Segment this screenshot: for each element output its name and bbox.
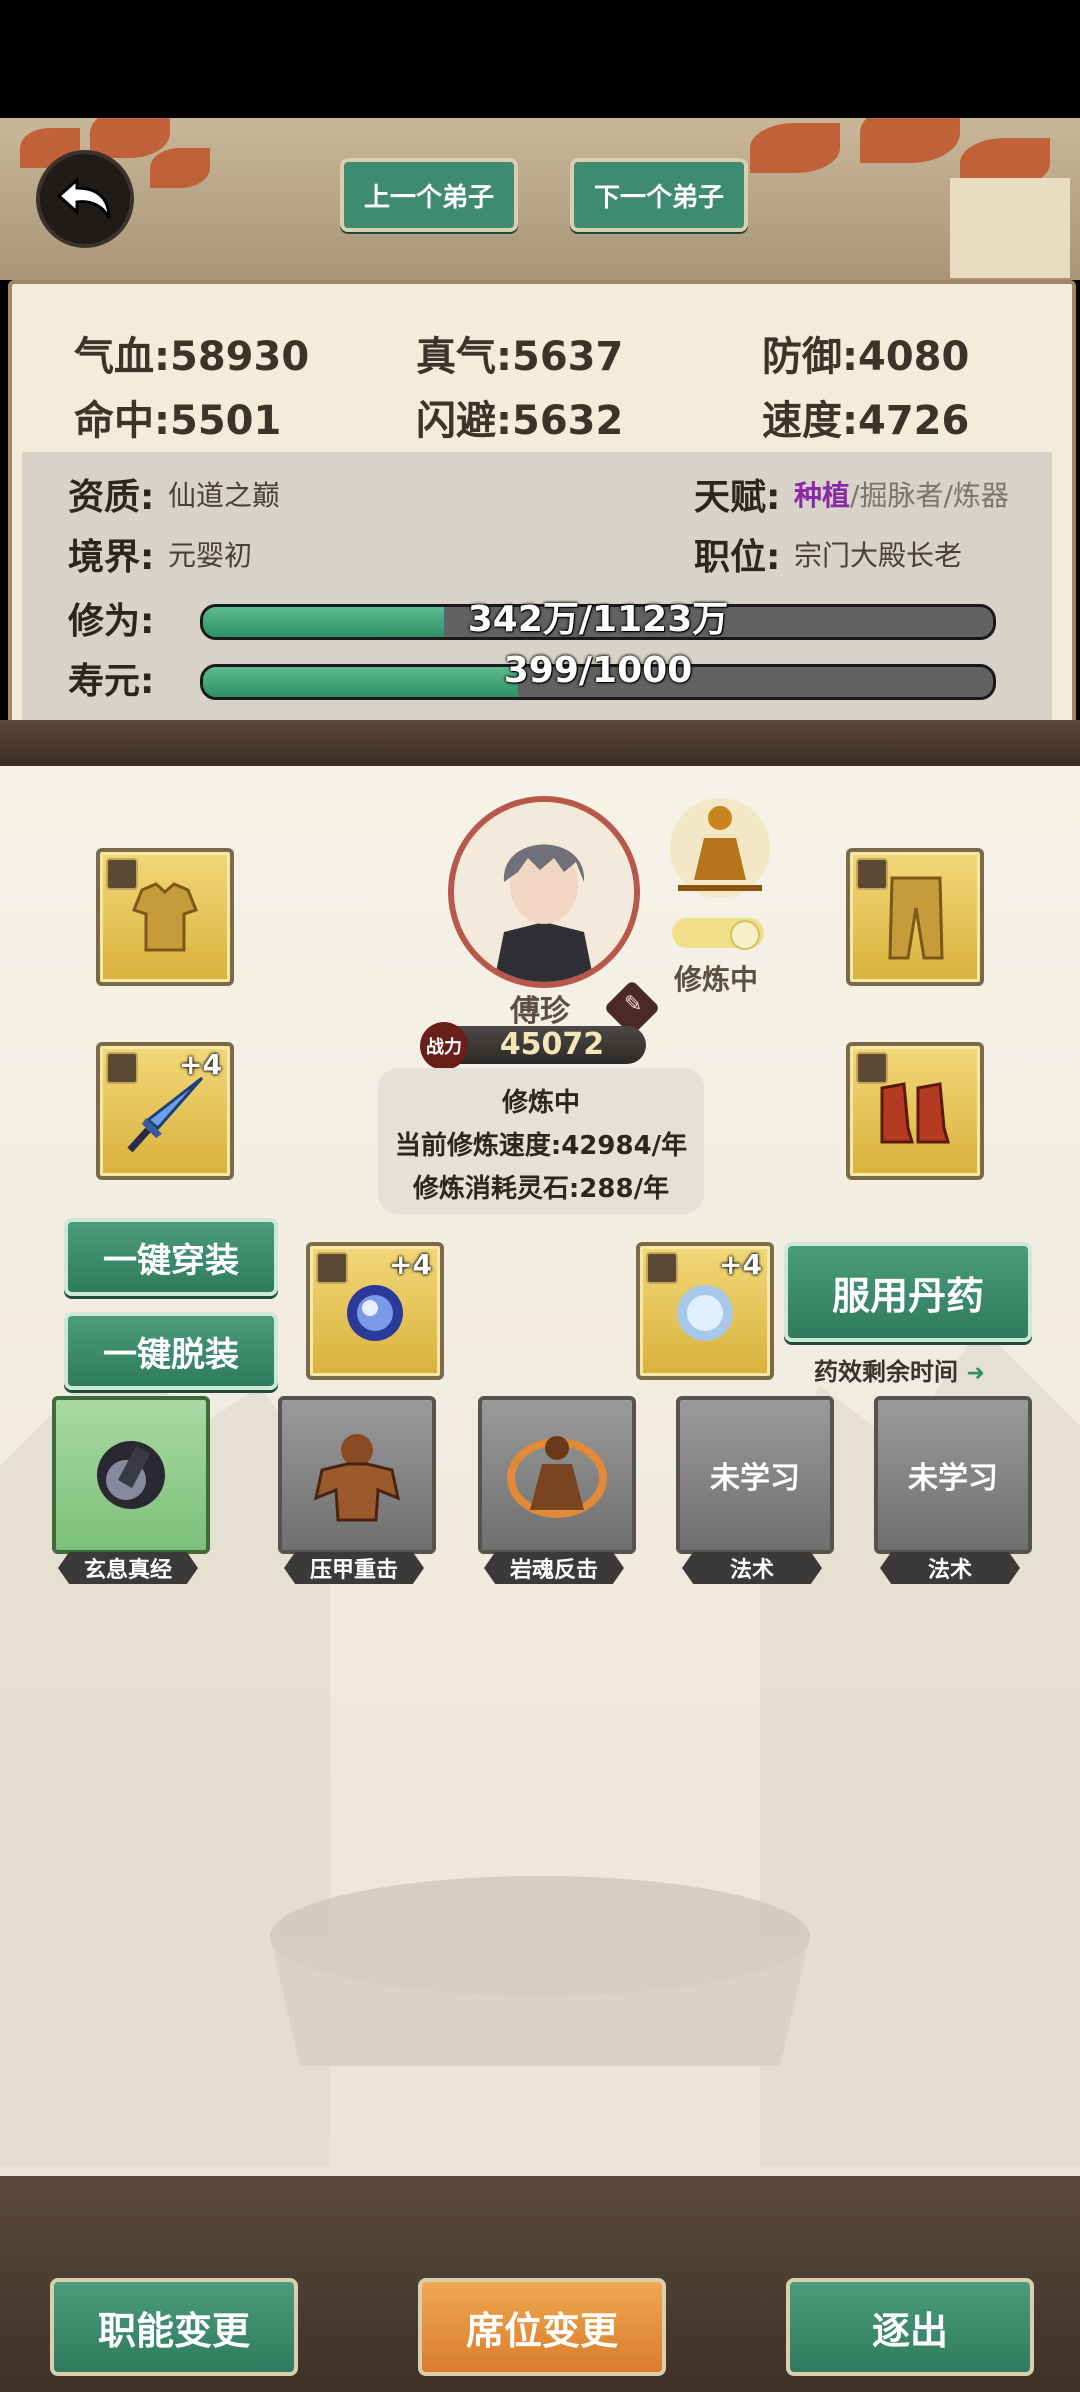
power-value: 45072: [499, 1027, 605, 1062]
xiuwei-label: 修为:: [68, 601, 155, 642]
arrow-right-icon[interactable]: ➜: [966, 1361, 984, 1386]
meditation-icon: [670, 798, 770, 898]
header-scene: [0, 118, 1080, 280]
shouyuan-label: 寿元:: [68, 661, 155, 702]
character-name: 傅珍: [510, 994, 570, 1029]
skill-slot-5[interactable]: 未学习: [874, 1396, 1032, 1554]
sword-icon: [127, 1076, 204, 1153]
avatar[interactable]: [448, 796, 640, 988]
cultivation-status: 修炼中: [674, 963, 759, 996]
zhiwei-value: 宗门大殿长老: [794, 539, 963, 572]
toggle-knob: [730, 920, 760, 950]
zhiwei-label: 职位:: [694, 537, 781, 578]
skill-label-2: 压甲重击: [284, 1552, 424, 1584]
boots-icon: [880, 1082, 950, 1144]
orb-left-plus: +4: [389, 1248, 432, 1281]
talent-3: 炼器: [952, 479, 1009, 512]
change-seat-button[interactable]: 席位变更: [418, 2278, 666, 2376]
skill-slot-4[interactable]: 未学习: [676, 1396, 834, 1554]
skill-label-4: 法术: [682, 1552, 822, 1584]
zizhi-label: 资质:: [68, 477, 155, 518]
avatar-portrait: [454, 802, 634, 982]
skill-slot-3[interactable]: [478, 1396, 636, 1554]
rock-golem-icon: [313, 1434, 401, 1522]
back-button[interactable]: [36, 150, 134, 248]
cultivation-speed: 当前修炼速度:42984/年: [394, 1131, 688, 1161]
pearl-icon: [677, 1285, 733, 1341]
equip-pants-slot[interactable]: [846, 848, 984, 986]
orb-right-plus: +4: [719, 1248, 762, 1281]
rock-soul-icon: [507, 1436, 607, 1518]
stat-shanbi: 闪避:5632: [416, 398, 624, 444]
panel-divider: [0, 720, 1080, 766]
talent-2: 掘脉者: [859, 479, 944, 512]
equip-boots-slot[interactable]: [846, 1042, 984, 1180]
jingjie-value: 元婴初: [168, 539, 253, 572]
stat-fangyu: 防御:4080: [762, 334, 970, 380]
cultivation-title: 修炼中: [501, 1088, 580, 1118]
talent-1: 种植: [794, 479, 851, 512]
disciple-info: 资质: 仙道之巅 境界: 元婴初 天赋: 种植/掘脉者/炼器 职位: 宗门大殿长…: [22, 452, 1052, 722]
edit-icon: ✎: [623, 991, 643, 1017]
skill-label-1: 玄息真经: [58, 1552, 198, 1584]
unequip-all-button[interactable]: 一键脱装: [64, 1312, 278, 1390]
stat-mingzhong: 命中:5501: [74, 398, 282, 444]
stat-zhenqi: 真气:5637: [416, 334, 624, 380]
equip-armor-slot[interactable]: [96, 848, 234, 986]
cultivation-cost: 修炼消耗灵石:288/年: [412, 1174, 670, 1204]
next-disciple-button[interactable]: 下一个弟子: [570, 158, 748, 232]
talent-sep-2: /: [943, 479, 953, 512]
skill-slot-2[interactable]: [278, 1396, 436, 1554]
prev-disciple-button[interactable]: 上一个弟子: [340, 158, 518, 232]
jingjie-label: 境界:: [68, 537, 155, 578]
shouyuan-text: 399/1000: [503, 650, 693, 691]
power-bar: 战力 45072: [420, 1022, 646, 1070]
tianfu-label: 天赋:: [694, 477, 781, 518]
pants-icon: [888, 876, 944, 960]
take-pill-button[interactable]: 服用丹药: [784, 1242, 1032, 1342]
change-role-button[interactable]: 职能变更: [50, 2278, 298, 2376]
skill-slot-1[interactable]: [52, 1396, 210, 1554]
cultivation-info: 修炼中 当前修炼速度:42984/年 修炼消耗灵石:288/年: [378, 1068, 704, 1214]
tianfu-values: 种植/掘脉者/炼器: [794, 474, 1009, 514]
skill-label-3: 岩魂反击: [484, 1552, 624, 1584]
expel-button[interactable]: 逐出: [786, 2278, 1034, 2376]
stat-sudu: 速度:4726: [762, 398, 970, 444]
equip-weapon-slot[interactable]: +4: [96, 1042, 234, 1180]
skill-label-5: 法术: [880, 1552, 1020, 1584]
cultivate-toggle[interactable]: [672, 918, 764, 950]
orb-slot-right[interactable]: +4: [636, 1242, 774, 1380]
equip-all-button[interactable]: 一键穿装: [64, 1218, 278, 1296]
xiuwei-text: 342万/1123万: [467, 599, 729, 640]
orb-icon: [347, 1285, 403, 1341]
stat-qixue: 气血:58930: [74, 334, 310, 380]
pill-remaining-label: 药效剩余时间 ➜: [814, 1352, 985, 1387]
zizhi-value: 仙道之巅: [168, 479, 281, 512]
power-label: 战力: [420, 1022, 468, 1070]
orb-slot-left[interactable]: +4: [306, 1242, 444, 1380]
pill-remaining-text: 药效剩余时间: [814, 1358, 958, 1386]
main-panel: +4 修炼中 傅珍 ✎ 战力 45072 修炼中 当前修炼速度:42984/年 …: [0, 766, 1080, 2176]
armor-icon: [132, 882, 198, 952]
skill-scroll-icon: [97, 1441, 165, 1509]
back-arrow-icon: [56, 176, 111, 219]
